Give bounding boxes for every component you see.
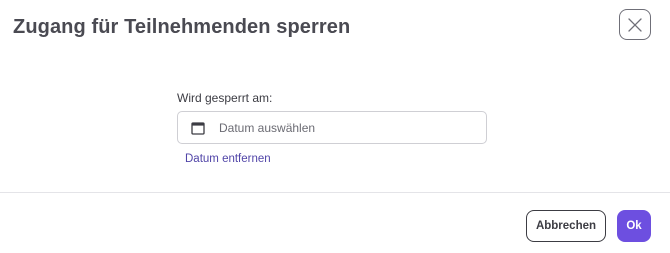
- footer-divider: [0, 192, 670, 193]
- close-button[interactable]: [619, 9, 651, 40]
- close-icon: [628, 17, 642, 32]
- remove-date-link[interactable]: Datum entfernen: [185, 153, 271, 165]
- date-picker-input[interactable]: Datum auswählen: [177, 111, 487, 144]
- calendar-icon: [191, 121, 205, 135]
- date-placeholder: Datum auswählen: [219, 121, 316, 135]
- cancel-button[interactable]: Abbrechen: [526, 210, 606, 242]
- dialog-title: Zugang für Teilnehmenden sperren: [13, 16, 351, 38]
- ok-button[interactable]: Ok: [617, 210, 651, 242]
- lock-date-label: Wird gesperrt am:: [177, 91, 273, 105]
